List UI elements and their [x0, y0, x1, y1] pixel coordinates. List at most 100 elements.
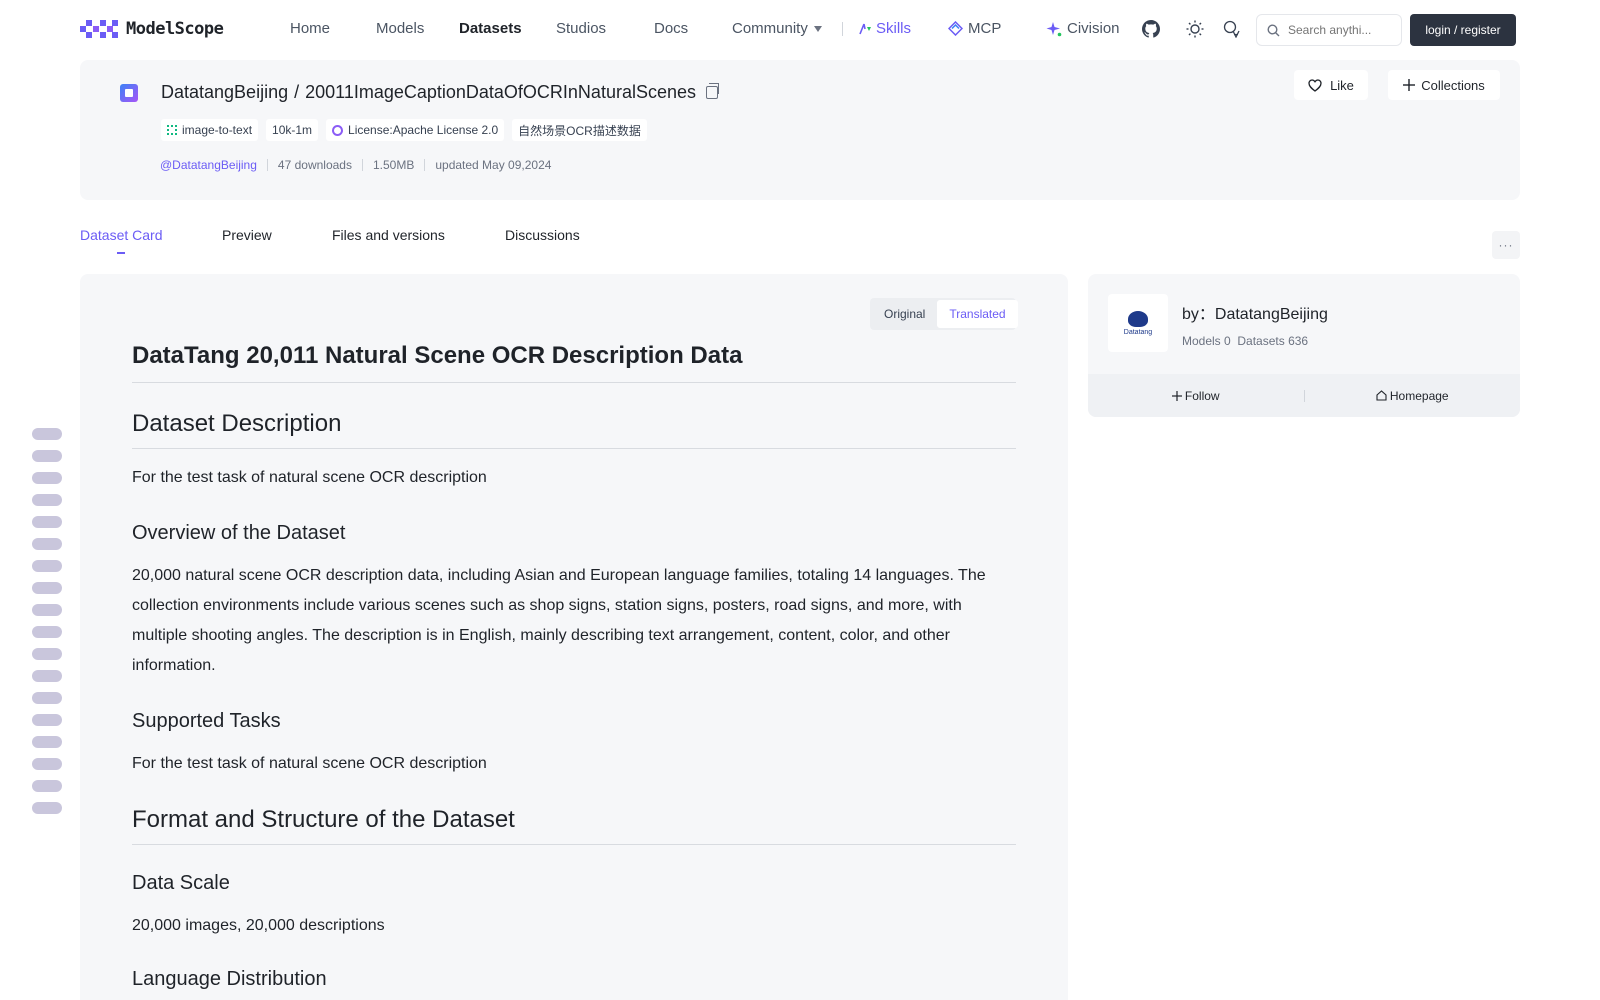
- login-register-button[interactable]: login / register: [1410, 14, 1516, 46]
- search-icon: [1267, 23, 1280, 36]
- heart-icon: [1308, 78, 1322, 92]
- original-toggle-button[interactable]: Original: [872, 300, 937, 328]
- toc-item[interactable]: [32, 626, 62, 638]
- toc-item[interactable]: [32, 670, 62, 682]
- author-logo-text: Datatang: [1123, 328, 1153, 336]
- nav-mcp[interactable]: MCP: [948, 20, 1001, 37]
- homepage-label: Homepage: [1389, 388, 1449, 403]
- dataset-tags: image-to-text 10k-1m License:Apache Lice…: [161, 119, 647, 141]
- toc-item[interactable]: [32, 736, 62, 748]
- subsection-heading: Supported Tasks: [132, 710, 281, 732]
- tag-size[interactable]: 10k-1m: [266, 119, 319, 141]
- mcp-icon: [948, 21, 963, 36]
- sun-icon[interactable]: [1185, 19, 1205, 39]
- dataset-card-content: Original Translated DataTang 20,011 Natu…: [80, 274, 1068, 1000]
- dataset-avatar: [120, 84, 138, 102]
- tag-task-label: image-to-text: [182, 123, 253, 137]
- datasets-count: Datasets 636: [1237, 334, 1309, 348]
- nav-community[interactable]: Community: [732, 20, 822, 37]
- tab-dataset-card[interactable]: Dataset Card: [80, 227, 162, 243]
- toc-item[interactable]: [32, 758, 62, 770]
- nav-skills[interactable]: Skills: [858, 20, 911, 37]
- dataset-name: 20011ImageCaptionDataOfOCRInNaturalScene…: [305, 82, 696, 102]
- homepage-button[interactable]: Homepage: [1305, 389, 1521, 403]
- collections-button[interactable]: Collections: [1388, 70, 1500, 100]
- toc-item[interactable]: [32, 604, 62, 616]
- subsection-heading: Data Scale: [132, 872, 230, 894]
- nav-docs[interactable]: Docs: [654, 20, 688, 37]
- toc-item[interactable]: [32, 472, 62, 484]
- search-box[interactable]: [1256, 14, 1402, 46]
- search-input[interactable]: [1288, 23, 1400, 37]
- top-navbar: ModelScope Home Models Datasets Studios …: [0, 0, 1600, 58]
- author-name[interactable]: by：DatatangBeijing: [1182, 300, 1328, 324]
- section-heading: Format and Structure of the Dataset: [132, 806, 1016, 845]
- models-count: Models 0: [1182, 334, 1231, 348]
- tab-preview[interactable]: Preview: [222, 227, 272, 243]
- github-icon[interactable]: [1141, 19, 1161, 39]
- toc-item[interactable]: [32, 714, 62, 726]
- toc-item[interactable]: [32, 428, 62, 440]
- tag-cn[interactable]: 自然场景OCR描述数据: [512, 119, 647, 141]
- author-link[interactable]: @DatatangBeijing: [160, 158, 257, 172]
- section-heading: Dataset Description: [132, 410, 1016, 449]
- readme-title: DataTang 20,011 Natural Scene OCR Descri…: [132, 342, 1016, 383]
- toc-item[interactable]: [32, 692, 62, 704]
- toc-item[interactable]: [32, 538, 62, 550]
- toc-item[interactable]: [32, 780, 62, 792]
- tag-task[interactable]: image-to-text: [161, 119, 259, 141]
- license-icon: [332, 124, 344, 136]
- tab-discussions[interactable]: Discussions: [505, 227, 580, 243]
- toc-item[interactable]: [32, 802, 62, 814]
- toc-item[interactable]: [32, 582, 62, 594]
- nav-models[interactable]: Models: [376, 20, 424, 37]
- toc-item[interactable]: [32, 516, 62, 528]
- image-to-text-icon: [167, 125, 177, 135]
- nav-civision-label: Civision: [1067, 20, 1120, 37]
- plus-icon: [1171, 390, 1182, 401]
- skills-icon: [859, 23, 871, 34]
- dataset-owner[interactable]: DatatangBeijing: [161, 82, 288, 103]
- copy-icon[interactable]: [706, 83, 719, 99]
- tag-license[interactable]: License:Apache License 2.0: [326, 119, 505, 141]
- dataset-header: DatatangBeijing / 20011ImageCaptionDataO…: [80, 60, 1520, 200]
- meta-divider: [361, 159, 363, 171]
- section-paragraph: For the test task of natural scene OCR d…: [132, 469, 487, 486]
- tab-files-and-versions[interactable]: Files and versions: [332, 227, 445, 243]
- modelscope-logo-icon: [80, 18, 118, 40]
- owl-logo-icon: [1128, 310, 1148, 327]
- more-options-button[interactable]: ···: [1492, 231, 1520, 259]
- chevron-down-icon: [813, 26, 822, 33]
- nav-mcp-label: MCP: [968, 20, 1002, 37]
- file-size: 1.50MB: [372, 158, 415, 172]
- nav-civision[interactable]: Civision: [1046, 20, 1120, 37]
- title-separator: /: [294, 82, 300, 102]
- toc-item[interactable]: [32, 450, 62, 462]
- tag-license-label: License:Apache License 2.0: [348, 123, 499, 137]
- modelscope-logo[interactable]: ModelScope: [80, 18, 224, 40]
- nav-datasets[interactable]: Datasets: [459, 20, 522, 37]
- dataset-meta: @DatatangBeijing 47 downloads 1.50MB upd…: [160, 158, 551, 172]
- follow-label: Follow: [1184, 388, 1220, 403]
- toc-item[interactable]: [32, 494, 62, 506]
- meta-divider: [424, 159, 426, 171]
- translate-icon[interactable]: [1222, 19, 1242, 39]
- toc-item[interactable]: [32, 560, 62, 572]
- translation-toggle: Original Translated: [870, 298, 1018, 330]
- author-avatar[interactable]: Datatang: [1108, 294, 1168, 352]
- nav-home[interactable]: Home: [290, 20, 330, 37]
- nav-studios[interactable]: Studios: [556, 20, 606, 37]
- like-label: Like: [1330, 77, 1354, 93]
- home-icon: [1376, 390, 1387, 401]
- subsection-heading: Language Distribution: [132, 968, 327, 990]
- section-paragraph: 20,000 natural scene OCR description dat…: [132, 567, 986, 674]
- active-tab-indicator: [117, 252, 125, 254]
- table-of-contents: [32, 428, 62, 824]
- like-button[interactable]: Like: [1294, 70, 1368, 100]
- section-paragraph: For the test task of natural scene OCR d…: [132, 755, 487, 772]
- follow-button[interactable]: Follow: [1088, 389, 1304, 403]
- translated-toggle-button[interactable]: Translated: [937, 300, 1018, 328]
- toc-item[interactable]: [32, 648, 62, 660]
- collections-label: Collections: [1421, 77, 1485, 93]
- author-counts: Models 0 Datasets 636: [1182, 334, 1308, 348]
